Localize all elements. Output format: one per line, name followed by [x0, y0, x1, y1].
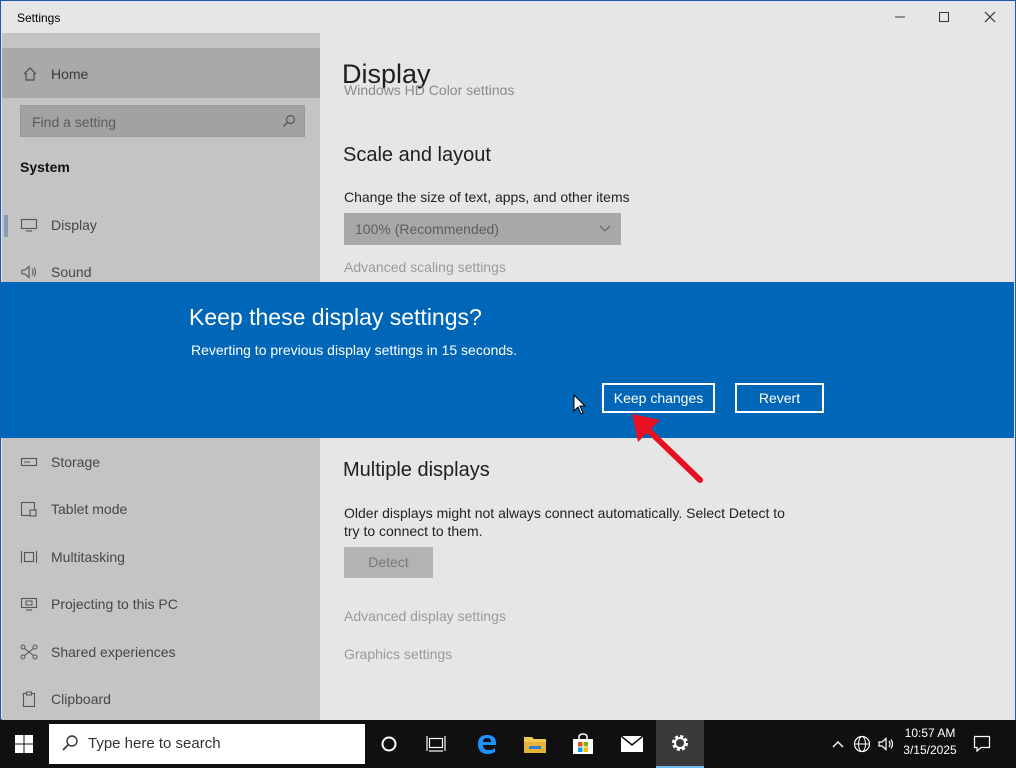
sidebar-item-label: Storage — [51, 454, 101, 470]
scale-description: Change the size of text, apps, and other… — [344, 189, 630, 205]
cortana-button[interactable] — [365, 720, 413, 768]
chevron-down-icon — [599, 225, 611, 232]
detect-button[interactable]: Detect — [344, 547, 433, 578]
keep-display-settings-dialog: Keep these display settings? Reverting t… — [1, 282, 1014, 438]
multitask-icon — [20, 551, 38, 563]
volume-button[interactable] — [875, 720, 897, 768]
action-center-button[interactable] — [968, 720, 996, 768]
taskbar-clock[interactable]: 10:57 AM 3/15/2025 — [896, 725, 964, 759]
advanced-display-settings-link[interactable]: Advanced display settings — [344, 608, 506, 624]
sidebar-item-label: Shared experiences — [51, 644, 176, 660]
sidebar-item-label: Sound — [51, 264, 92, 280]
advanced-scaling-link[interactable]: Advanced scaling settings — [344, 259, 506, 275]
settings-taskbar-button[interactable] — [656, 720, 704, 768]
taskbar-search-box[interactable]: Type here to search — [49, 724, 365, 764]
cortana-icon — [381, 736, 397, 752]
search-icon — [283, 114, 296, 127]
sidebar-item-label: Projecting to this PC — [51, 596, 178, 612]
store-taskbar-button[interactable] — [559, 720, 607, 768]
clock-time: 10:57 AM — [904, 726, 956, 740]
mouse-cursor-icon — [573, 394, 587, 415]
sidebar-item-label: Multitasking — [51, 549, 125, 565]
sidebar-item-shared-experiences[interactable]: Shared experiences — [2, 632, 320, 672]
project-icon — [20, 597, 38, 611]
sidebar-item-projecting[interactable]: Projecting to this PC — [2, 584, 320, 624]
tablet-icon — [20, 501, 37, 517]
annotation-arrow-icon — [632, 414, 703, 483]
edge-taskbar-button[interactable] — [463, 720, 511, 768]
network-button[interactable] — [851, 720, 873, 768]
sidebar-item-display[interactable]: Display — [2, 205, 320, 245]
clipboard-icon — [22, 691, 36, 707]
close-icon — [984, 11, 996, 23]
task-view-button[interactable] — [412, 720, 460, 768]
taskbar-search-placeholder: Type here to search — [88, 735, 221, 752]
speaker-icon — [21, 265, 37, 279]
multiple-displays-desc-line1: Older displays might not always connect … — [344, 505, 785, 521]
network-globe-icon — [853, 735, 871, 753]
search-icon — [62, 735, 78, 751]
sidebar-item-storage[interactable]: Storage — [2, 442, 320, 482]
revert-button[interactable]: Revert — [735, 383, 824, 413]
gear-icon — [672, 735, 688, 751]
file-explorer-taskbar-button[interactable] — [511, 720, 559, 768]
sidebar-item-label: Tablet mode — [51, 501, 128, 517]
edge-browser-icon — [478, 735, 496, 754]
dialog-countdown-message: Reverting to previous display settings i… — [191, 342, 518, 358]
title-bar: Settings — [1, 1, 1015, 33]
store-bag-icon — [573, 733, 593, 754]
start-button[interactable] — [0, 720, 48, 768]
task-view-icon — [426, 736, 446, 752]
file-explorer-icon — [524, 737, 546, 753]
monitor-icon — [20, 218, 38, 232]
sidebar-item-label: Clipboard — [51, 691, 111, 707]
sidebar-item-clipboard[interactable]: Clipboard — [2, 679, 320, 719]
show-hidden-icons-button[interactable] — [828, 720, 848, 768]
taskbar: Type here to search 10:57 AM 3/15/2025 — [0, 720, 1016, 768]
system-heading: System — [20, 159, 70, 175]
minimize-icon — [895, 16, 905, 18]
sidebar-item-tablet-mode[interactable]: Tablet mode — [2, 489, 320, 529]
dialog-title: Keep these display settings? — [189, 304, 482, 330]
chevron-up-icon — [832, 741, 844, 748]
maximize-icon — [939, 12, 949, 22]
home-icon — [23, 67, 37, 81]
notification-icon — [973, 735, 991, 753]
speaker-icon — [878, 737, 894, 751]
scale-dropdown-value: 100% (Recommended) — [355, 221, 499, 237]
mail-icon — [620, 735, 644, 752]
multiple-displays-desc-line2: try to connect to them. — [344, 523, 483, 539]
storage-icon — [20, 457, 38, 467]
find-setting-input[interactable]: Find a setting — [20, 105, 305, 137]
hd-color-settings-link[interactable]: Windows HD Color settings — [344, 85, 514, 95]
find-setting-placeholder: Find a setting — [32, 114, 117, 130]
window-title: Settings — [17, 11, 61, 25]
scale-layout-heading: Scale and layout — [343, 144, 491, 166]
clock-date: 3/15/2025 — [903, 743, 957, 757]
graphics-settings-link[interactable]: Graphics settings — [344, 646, 452, 662]
sidebar-item-label: Display — [51, 217, 97, 233]
close-button[interactable] — [967, 1, 1013, 33]
sidebar-home-label: Home — [51, 66, 89, 82]
minimize-button[interactable] — [877, 1, 923, 33]
mail-taskbar-button[interactable] — [608, 720, 656, 768]
scale-dropdown[interactable]: 100% (Recommended) — [344, 213, 621, 245]
windows-logo-icon — [15, 735, 33, 753]
sidebar-home[interactable]: Home — [2, 48, 320, 98]
maximize-button[interactable] — [921, 1, 967, 33]
share-icon — [20, 644, 38, 660]
multiple-displays-heading: Multiple displays — [343, 459, 490, 481]
sidebar-item-multitasking[interactable]: Multitasking — [2, 537, 320, 577]
